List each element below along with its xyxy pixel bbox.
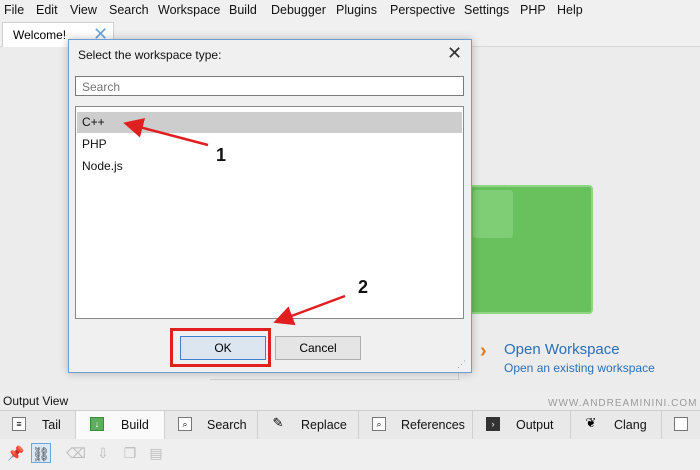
arrow-1 [123,118,209,147]
annotation-arrows [123,118,346,326]
annotation-label-1: 1 [216,145,227,165]
annotation-label-2: 2 [358,277,369,297]
arrow-2 [273,294,346,326]
